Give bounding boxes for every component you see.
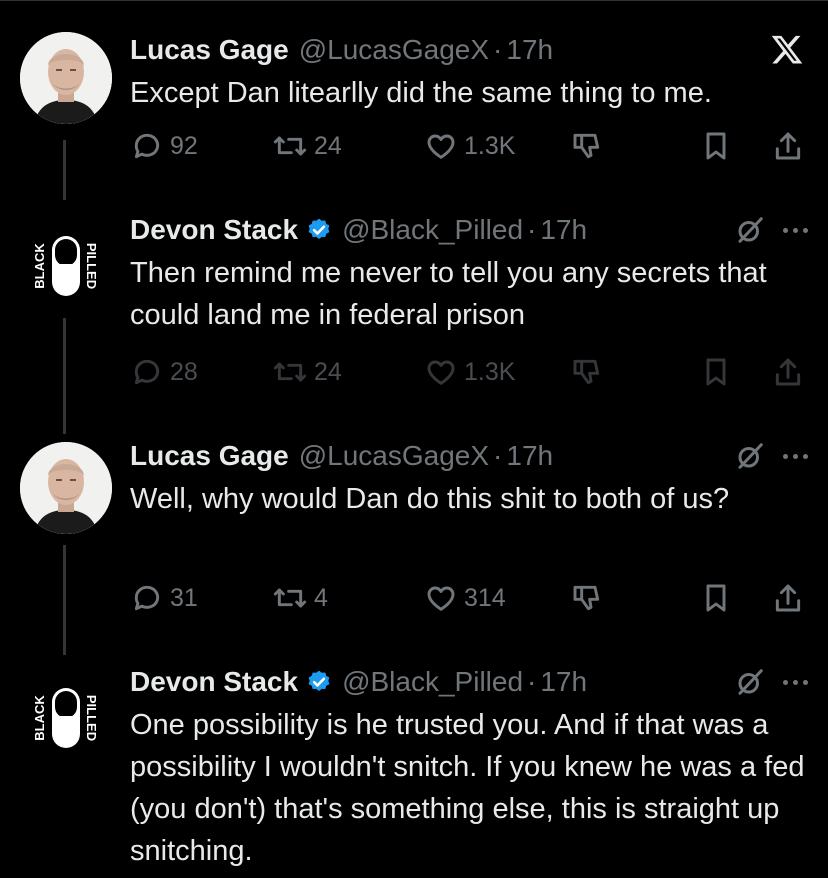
tweet[interactable]: Lucas Gage @LucasGageX · 17h Well, why w… <box>0 436 828 636</box>
x-logo-icon[interactable] <box>770 34 804 66</box>
more-options-icon[interactable] <box>783 436 808 476</box>
retweet-button[interactable]: 24 <box>272 352 342 392</box>
share-icon <box>775 132 801 160</box>
logo-left-word: BLACK <box>32 695 47 741</box>
retweet-count: 24 <box>314 357 342 386</box>
avatar[interactable]: BLACK PILLED <box>20 672 112 764</box>
reply-icon <box>134 585 160 611</box>
like-count: 1.3K <box>464 357 516 386</box>
separator-dot: · <box>493 440 503 471</box>
like-button[interactable]: 1.3K <box>424 126 515 166</box>
verified-badge-icon <box>308 218 330 239</box>
reply-count: 92 <box>170 131 198 160</box>
user-handle[interactable]: @Black_Pilled <box>342 214 523 246</box>
tweet-text: Well, why would Dan do this shit to both… <box>130 483 730 515</box>
user-handle[interactable]: @LucasGageX <box>299 34 489 66</box>
tweet-actions: 31 4 314 <box>130 578 814 618</box>
heart-icon <box>427 586 455 611</box>
grok-icon[interactable] <box>735 441 765 471</box>
tweet-text: Except Dan litearlly did the same thing … <box>130 77 712 109</box>
reply-button[interactable]: 28 <box>130 352 198 392</box>
timestamp[interactable]: 17h <box>540 666 587 698</box>
timestamp[interactable]: 17h <box>506 440 553 472</box>
user-handle[interactable]: @Black_Pilled <box>342 666 523 698</box>
display-name[interactable]: Devon Stack <box>130 666 298 698</box>
top-divider <box>0 0 828 1</box>
like-button[interactable]: 314 <box>424 578 506 618</box>
black-pilled-logo: BLACK PILLED <box>20 220 112 312</box>
avatar-image <box>20 442 112 534</box>
tweet-header: Lucas Gage @LucasGageX · 17h <box>130 436 808 476</box>
retweet-icon <box>273 588 307 608</box>
bookmark-button[interactable] <box>700 126 732 166</box>
retweet-count: 4 <box>314 583 328 612</box>
retweet-count: 24 <box>314 131 342 160</box>
bookmark-icon <box>706 132 726 160</box>
separator-dot: · <box>527 666 537 697</box>
grok-icon[interactable] <box>735 667 765 697</box>
dislike-button[interactable] <box>570 578 604 618</box>
tweet-header: Lucas Gage @LucasGageX · 17h <box>130 30 808 70</box>
avatar-image <box>20 32 112 124</box>
user-handle[interactable]: @LucasGageX <box>299 440 489 472</box>
tweet[interactable]: BLACK PILLED Devon Stack @Black_Pilled ·… <box>0 662 828 878</box>
share-button[interactable] <box>772 352 804 392</box>
thumbs-down-icon <box>573 359 600 385</box>
tweet[interactable]: BLACK PILLED Devon Stack @Black_Pilled ·… <box>0 210 828 410</box>
reply-count: 28 <box>170 357 198 386</box>
display-name[interactable]: Devon Stack <box>130 214 298 246</box>
dislike-button[interactable] <box>570 126 604 166</box>
verified-badge-icon <box>308 670 330 691</box>
retweet-icon <box>273 362 307 382</box>
reply-icon <box>134 133 160 159</box>
separator-dot: · <box>527 214 537 245</box>
reply-button[interactable]: 92 <box>130 126 198 166</box>
bookmark-button[interactable] <box>700 578 732 618</box>
like-button[interactable]: 1.3K <box>424 352 515 392</box>
like-count: 314 <box>464 583 506 612</box>
logo-right-word: PILLED <box>84 243 99 289</box>
timestamp[interactable]: 17h <box>506 34 553 66</box>
thumbs-down-icon <box>573 585 600 611</box>
bookmark-icon <box>706 358 726 386</box>
grok-icon[interactable] <box>735 215 765 245</box>
display-name[interactable]: Lucas Gage <box>130 440 289 472</box>
avatar[interactable] <box>20 32 112 124</box>
bookmark-icon <box>706 584 726 612</box>
tweet-text: Then remind me never to tell you any sec… <box>130 257 767 331</box>
separator-dot: · <box>493 34 503 65</box>
display-name[interactable]: Lucas Gage <box>130 34 289 66</box>
tweet-header: Devon Stack @Black_Pilled · 17h <box>130 210 808 250</box>
thumbs-down-icon <box>573 133 600 159</box>
more-options-icon[interactable] <box>783 210 808 250</box>
share-button[interactable] <box>772 126 804 166</box>
retweet-button[interactable]: 24 <box>272 126 342 166</box>
retweet-button[interactable]: 4 <box>272 578 328 618</box>
share-button[interactable] <box>772 578 804 618</box>
timestamp[interactable]: 17h <box>540 214 587 246</box>
logo-right-word: PILLED <box>84 695 99 741</box>
reply-button[interactable]: 31 <box>130 578 198 618</box>
tweet[interactable]: Lucas Gage @LucasGageX · 17h Except Dan … <box>0 30 828 170</box>
tweet-text: One possibility is he trusted you. And i… <box>130 709 805 867</box>
heart-icon <box>427 360 455 385</box>
bookmark-button[interactable] <box>700 352 732 392</box>
share-icon <box>775 358 801 386</box>
share-icon <box>775 584 801 612</box>
tweet-header: Devon Stack @Black_Pilled · 17h <box>130 662 808 702</box>
avatar[interactable] <box>20 442 112 534</box>
like-count: 1.3K <box>464 131 516 160</box>
logo-left-word: BLACK <box>32 243 47 289</box>
retweet-icon <box>273 136 307 156</box>
heart-icon <box>427 134 455 159</box>
black-pilled-logo: BLACK PILLED <box>20 672 112 764</box>
dislike-button[interactable] <box>570 352 604 392</box>
more-options-icon[interactable] <box>783 662 808 702</box>
avatar[interactable]: BLACK PILLED <box>20 220 112 312</box>
reply-count: 31 <box>170 583 198 612</box>
tweet-actions: 92 24 1.3K <box>130 126 814 166</box>
tweet-actions: 28 24 1.3K <box>130 352 814 392</box>
reply-icon <box>134 359 160 385</box>
